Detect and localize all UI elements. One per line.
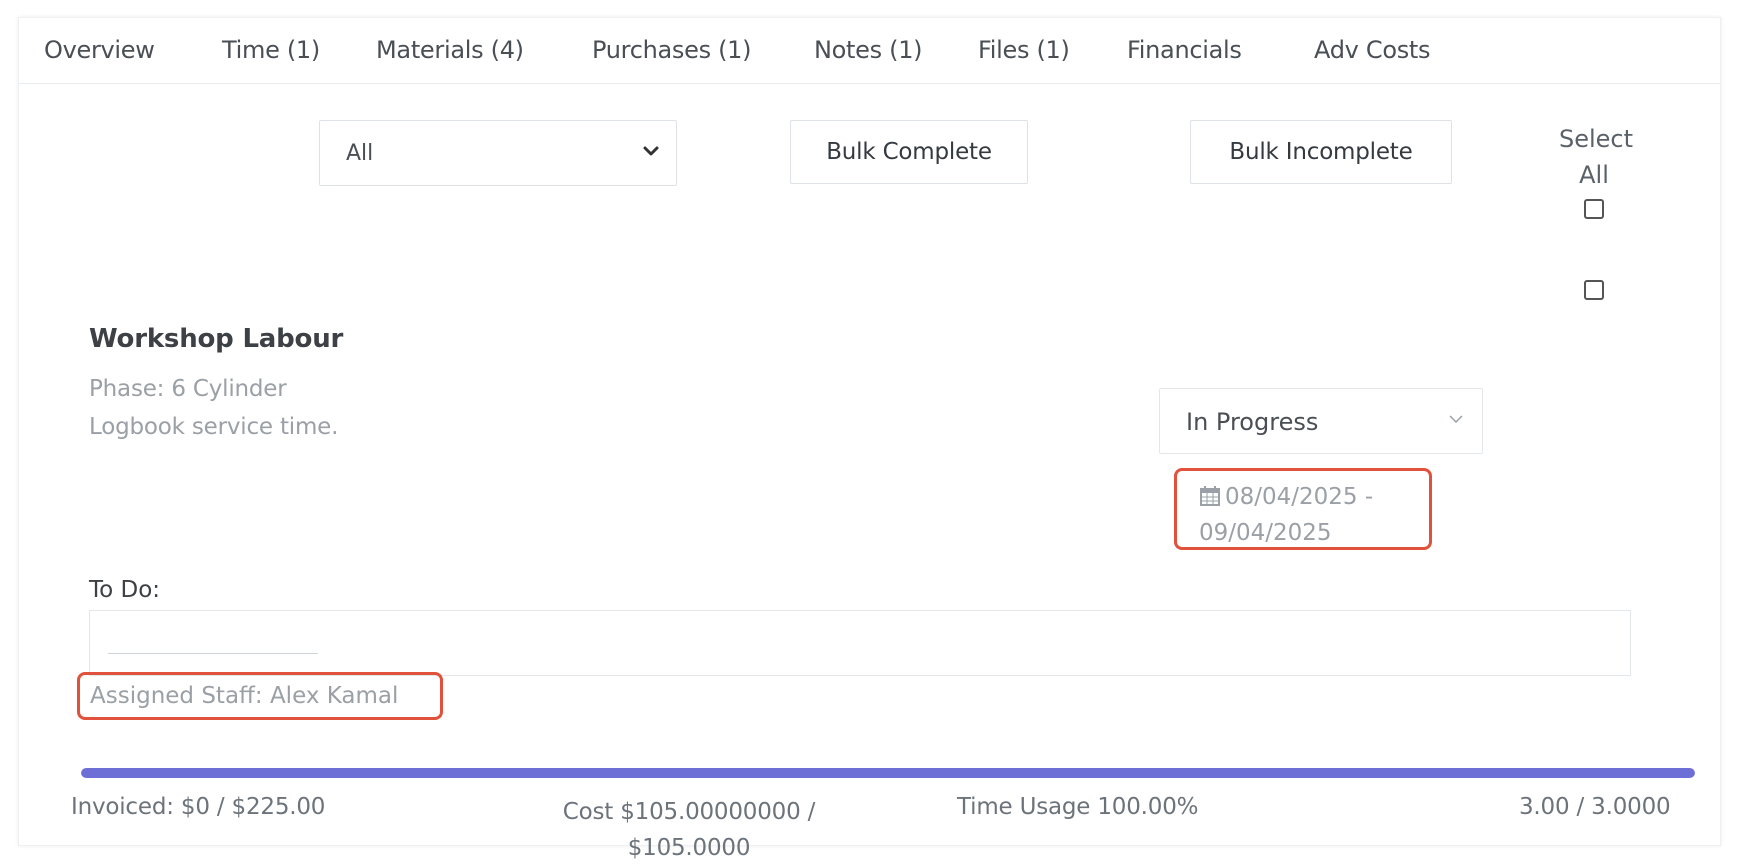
tab-financials[interactable]: Financials [1127,36,1242,64]
item-select-checkbox[interactable] [1584,280,1604,300]
cost-summary-line1: Cost $105.00000000 / [562,799,816,825]
date-range-end: 09/04/2025 [1199,520,1332,546]
date-range[interactable]: 08/04/2025 - 09/04/2025 [1199,479,1429,551]
invoiced-summary: Invoiced: $0 / $225.00 [71,794,326,820]
hours-summary: 3.00 / 3.0000 [1519,794,1671,820]
cost-summary: Cost $105.00000000 / $105.0000 [539,794,839,866]
bulk-complete-button[interactable]: Bulk Complete [790,120,1028,184]
cost-summary-line2: $105.0000 [627,835,751,861]
item-status-value: In Progress [1186,408,1319,436]
date-range-highlight: 08/04/2025 - 09/04/2025 [1174,468,1432,550]
time-usage: Time Usage 100.00% [957,794,1199,820]
chevron-down-icon [643,146,659,156]
status-filter-select[interactable]: All [319,120,677,186]
tab-overview[interactable]: Overview [44,36,155,64]
select-all-label-line2: All [1579,161,1609,189]
progress-fill [81,768,1695,778]
tab-bar: Overview Time (1) Materials (4) Purchase… [19,18,1720,84]
job-card: Overview Time (1) Materials (4) Purchase… [18,17,1721,861]
item-phase: Phase: 6 Cylinder [89,376,287,402]
tab-adv-costs[interactable]: Adv Costs [1314,36,1431,64]
assigned-staff: Assigned Staff: Alex Kamal [90,683,398,709]
select-all-label: Select All [1559,121,1634,193]
assigned-staff-value: Alex Kamal [269,683,399,709]
status-filter-value: All [346,141,374,166]
select-all-checkbox[interactable] [1584,199,1604,219]
select-all-label-line1: Select [1559,125,1634,153]
todo-underline [108,653,318,654]
tab-materials[interactable]: Materials (4) [376,36,524,64]
tab-purchases[interactable]: Purchases (1) [592,36,752,64]
date-range-start: 08/04/2025 - [1225,484,1374,510]
tab-notes[interactable]: Notes (1) [814,36,923,64]
chevron-down-icon [1449,415,1463,424]
tab-files[interactable]: Files (1) [978,36,1070,64]
bulk-incomplete-button[interactable]: Bulk Incomplete [1190,120,1452,184]
calendar-icon [1200,486,1220,506]
item-status-select[interactable]: In Progress [1159,388,1483,454]
tab-time[interactable]: Time (1) [222,36,320,64]
progress-bar [81,768,1695,778]
assigned-staff-highlight: Assigned Staff: Alex Kamal [77,672,443,720]
assigned-staff-label: Assigned Staff: [90,683,263,709]
todo-label: To Do: [89,577,161,603]
item-description: Logbook service time. [89,414,339,440]
todo-field[interactable] [89,610,1631,676]
item-title: Workshop Labour [89,324,344,354]
